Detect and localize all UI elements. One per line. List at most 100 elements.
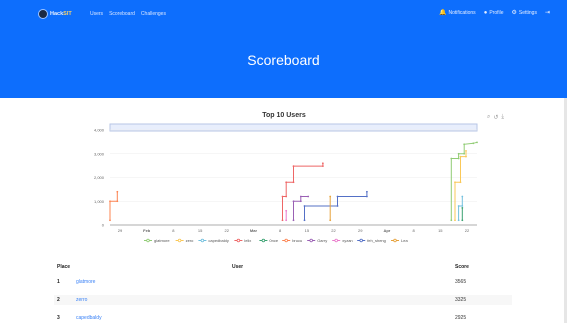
series-point (336, 205, 339, 207)
nav-right: 🔔 Notifications ● Profile ⚙ Settings ⇥ (439, 10, 550, 16)
nav-link-users[interactable]: Users (90, 11, 103, 17)
series-point (285, 219, 288, 222)
series-point (459, 181, 462, 184)
series-point (366, 190, 368, 193)
row-user-link[interactable]: capedbaldy (76, 315, 102, 321)
series-line (109, 191, 118, 221)
legend-marker (146, 238, 150, 243)
header-place: Place (57, 264, 71, 270)
x-tick-label: 29 (358, 228, 363, 233)
legend-label: xyzan (342, 238, 352, 243)
series-point (457, 219, 460, 222)
legend-label: feh_sheng (367, 238, 386, 243)
series-point (472, 142, 475, 145)
brand-text: HackSIT (50, 11, 72, 17)
series-point (292, 219, 295, 222)
series-point (329, 219, 332, 222)
table-header: Place User Score (54, 262, 512, 272)
nav-profile-label: Profile (489, 10, 504, 16)
y-tick-label: 1,000 (94, 199, 105, 204)
x-tick-label: Mar (250, 228, 258, 233)
series-point (285, 195, 288, 198)
logout-icon: ⇥ (544, 10, 550, 16)
series-point (292, 200, 295, 203)
row-score: 3565 (455, 279, 467, 285)
series-point (461, 205, 464, 207)
y-tick-label: 0 (102, 223, 105, 228)
legend-marker (334, 238, 338, 243)
series-point (465, 155, 467, 158)
series-point (450, 157, 453, 160)
series-point (329, 195, 332, 198)
x-tick-label: 22 (465, 228, 470, 233)
x-tick-label: 22 (331, 228, 336, 233)
series-point (109, 200, 111, 203)
x-tick-label: 15 (438, 228, 443, 233)
series-point (285, 181, 288, 184)
zoom-icon[interactable]: ⌕ (487, 114, 490, 121)
header-score: Score (455, 264, 469, 270)
nav-notifications-label: Notifications (448, 10, 476, 16)
row-score: 3325 (455, 297, 467, 303)
x-tick-label: 8 (412, 228, 415, 233)
nav-link-challenges[interactable]: Challenges (141, 11, 166, 17)
series-point (465, 150, 467, 152)
download-icon[interactable]: ⤓ (501, 114, 504, 121)
nav-notifications[interactable]: 🔔 Notifications (439, 10, 476, 16)
page-header: HackSIT Users Scoreboard Challenges 🔔 No… (0, 0, 567, 98)
x-tick-label: Apr (383, 228, 390, 233)
bell-icon: 🔔 (438, 10, 447, 16)
legend-marker (359, 238, 363, 243)
nav-settings-label: Settings (518, 10, 537, 16)
header-user: User (232, 264, 244, 270)
legend-marker (177, 238, 182, 243)
brand[interactable]: HackSIT (38, 8, 72, 20)
row-user-link[interactable]: glatmore (76, 279, 95, 285)
chart-title: Top 10 Users (262, 112, 306, 119)
series-line (304, 191, 368, 221)
series-point (292, 181, 295, 184)
row-place: 1 (57, 279, 60, 285)
nav-profile[interactable]: ● Profile (484, 10, 504, 16)
x-tick-label: 15 (198, 228, 203, 233)
legend-label: glatmore (154, 238, 170, 243)
series-point (336, 195, 339, 198)
legend-marker (309, 238, 313, 243)
series-point (454, 181, 456, 184)
nav-settings[interactable]: ⚙ Settings (512, 10, 537, 16)
legend-label: Garry (317, 238, 327, 243)
user-circle-icon: ● (483, 10, 488, 16)
y-tick-label: 3,000 (94, 151, 105, 156)
series-point (461, 219, 464, 222)
series-point (450, 219, 453, 222)
series-point (321, 162, 324, 165)
series-point (285, 209, 288, 212)
restore-icon[interactable]: ↺ (493, 114, 498, 121)
series-point (292, 165, 295, 167)
series-line (282, 163, 324, 221)
table-row: 2 zerro 3325 (54, 295, 512, 305)
series-point (461, 207, 464, 209)
nav-logout[interactable]: ⇥ (545, 10, 550, 16)
nav-links: Users Scoreboard Challenges (90, 11, 166, 17)
row-place: 2 (57, 297, 60, 303)
x-tick-label: 8 (172, 228, 175, 233)
series-point (461, 195, 464, 198)
series-line (454, 150, 467, 221)
legend-marker (393, 238, 397, 243)
chart-toolbox: ⌕ ↺ ⤓ (487, 114, 504, 121)
legend-marker (200, 238, 205, 243)
table-row: 1 glatmore 3565 (54, 277, 512, 287)
series-point (281, 195, 284, 198)
series-point (307, 195, 310, 198)
nav-link-scoreboard[interactable]: Scoreboard (109, 11, 135, 17)
legend-label: brucu (292, 238, 302, 243)
navbar: HackSIT Users Scoreboard Challenges 🔔 No… (0, 0, 567, 28)
x-tick-label: 29 (118, 228, 123, 233)
page-title: Scoreboard (247, 52, 320, 68)
series-point (457, 205, 460, 207)
row-user-link[interactable]: zerro (76, 297, 87, 303)
series-point (457, 157, 460, 160)
series-point (299, 195, 302, 198)
x-tick-label: Feb (143, 228, 151, 233)
